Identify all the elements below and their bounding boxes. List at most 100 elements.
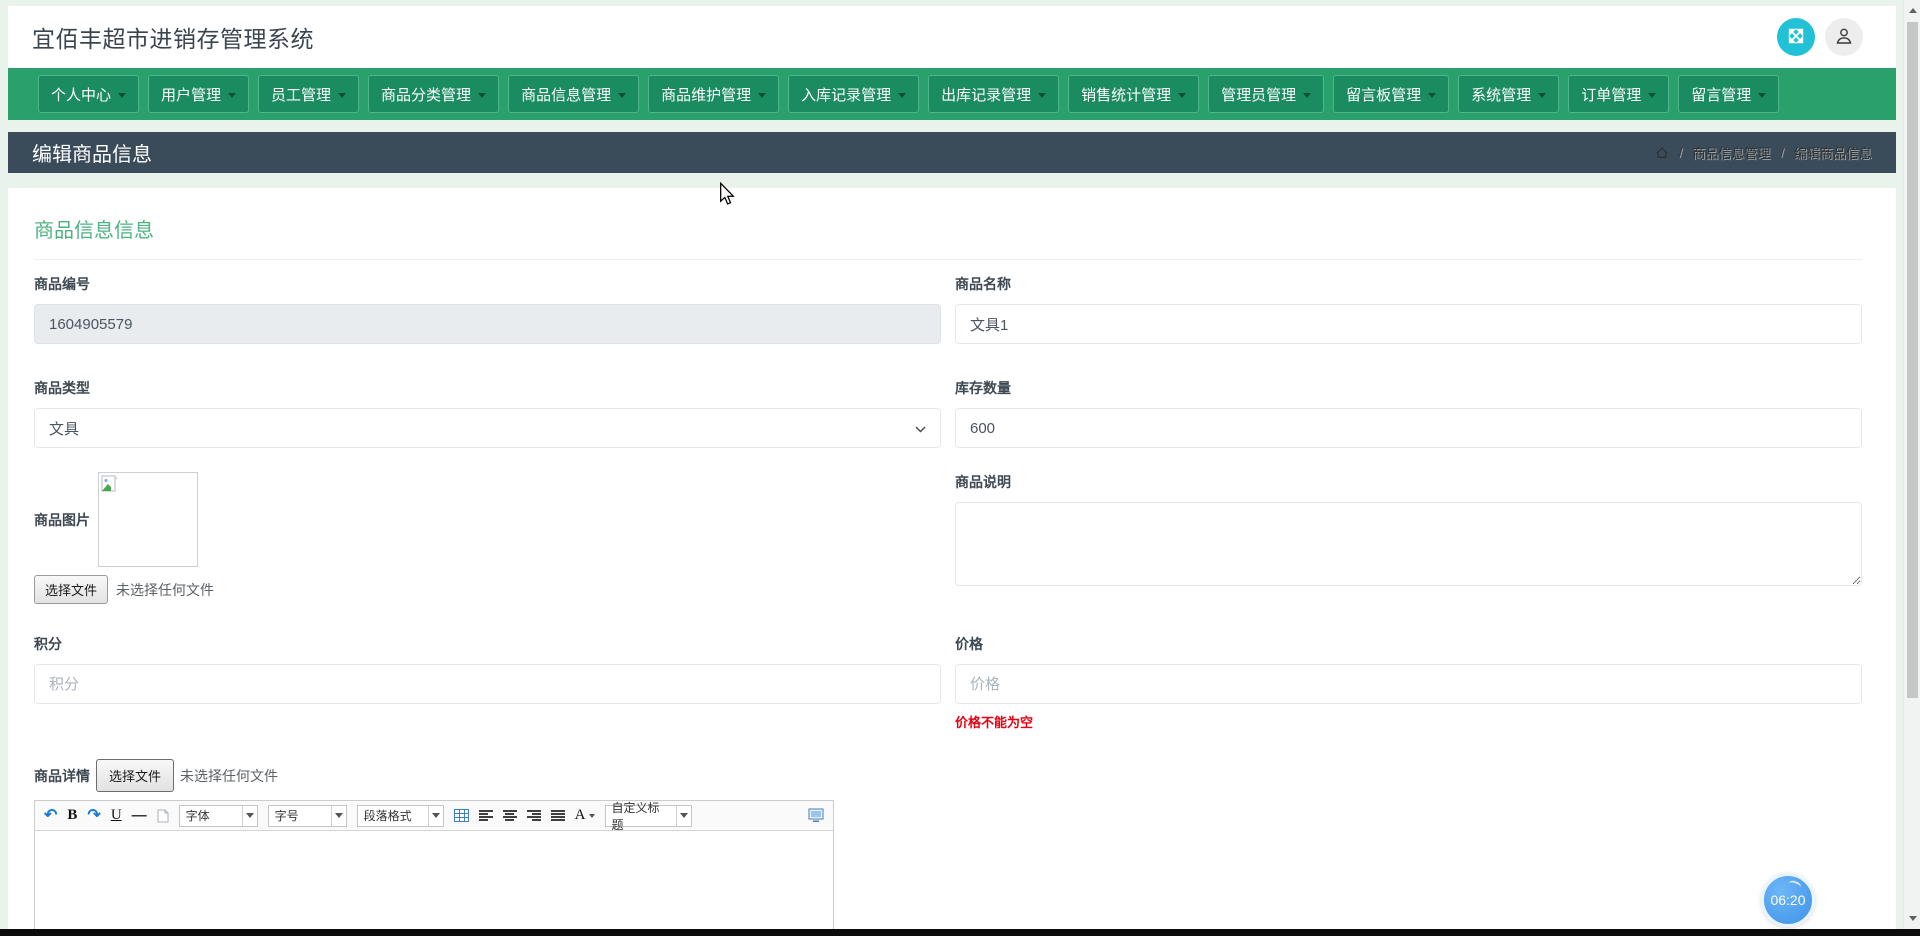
font-color-label: A xyxy=(574,807,586,823)
nav-item-label: 出库记录管理 xyxy=(941,86,1032,104)
expand-arrows-icon xyxy=(1787,27,1805,48)
chevron-down-icon xyxy=(1178,92,1187,98)
scrollbar[interactable] xyxy=(1903,0,1920,936)
nav-item-product-info-mgmt[interactable]: 商品信息管理 xyxy=(508,75,640,113)
chevron-down-icon xyxy=(1538,92,1547,98)
breadcrumb: / 商品信息管理 / 编辑商品信息 xyxy=(1655,143,1872,162)
font-size-select[interactable]: 字号 xyxy=(267,804,347,827)
editor-content[interactable] xyxy=(35,831,833,936)
price-error-message: 价格不能为空 xyxy=(955,715,1034,730)
paragraph-format-select[interactable]: 段落格式 xyxy=(356,804,444,827)
nav-item-order-mgmt[interactable]: 订单管理 xyxy=(1568,75,1670,113)
main-nav: 个人中心 用户管理 员工管理 商品分类管理 商品信息管理 商品维护管理 入库记录… xyxy=(8,68,1896,120)
price-input[interactable] xyxy=(955,664,1862,704)
breadcrumb-link-product-info[interactable]: 商品信息管理 xyxy=(1692,143,1770,162)
chevron-down-icon xyxy=(118,92,127,98)
underline-button[interactable]: U xyxy=(111,808,122,823)
breadcrumb-separator: / xyxy=(1678,145,1683,160)
nav-item-label: 员工管理 xyxy=(271,86,332,104)
chevron-down-icon xyxy=(1428,92,1437,98)
nav-item-message-board-mgmt[interactable]: 留言板管理 xyxy=(1333,75,1450,113)
scrollbar-thumb[interactable] xyxy=(1907,22,1918,698)
insert-table-button[interactable] xyxy=(453,809,469,822)
preview-button[interactable] xyxy=(808,808,824,823)
product-image-file-button[interactable]: 选择文件 xyxy=(34,575,109,604)
nav-item-message-mgmt[interactable]: 留言管理 xyxy=(1678,75,1780,113)
nav-item-admin-mgmt[interactable]: 管理员管理 xyxy=(1208,75,1325,113)
product-detail-file-button[interactable]: 选择文件 xyxy=(96,759,175,792)
product-desc-field: 商品说明 xyxy=(955,472,1862,586)
dropdown-caret-icon xyxy=(241,805,257,826)
scrollbar-up-arrow[interactable] xyxy=(1904,2,1920,18)
product-detail-label: 商品详情 xyxy=(34,767,90,784)
price-field: 价格 价格不能为空 xyxy=(955,634,1862,731)
user-button[interactable] xyxy=(1825,18,1863,56)
nav-item-label: 销售统计管理 xyxy=(1081,86,1172,104)
font-color-button[interactable]: A xyxy=(575,807,595,824)
nav-item-category-mgmt[interactable]: 商品分类管理 xyxy=(368,75,500,113)
nav-item-product-maintain-mgmt[interactable]: 商品维护管理 xyxy=(648,75,780,113)
chevron-down-icon xyxy=(898,92,907,98)
points-input[interactable] xyxy=(34,664,941,704)
chevron-down-icon xyxy=(1648,92,1657,98)
user-icon xyxy=(1834,26,1854,49)
paragraph-format-select-label: 段落格式 xyxy=(363,809,412,823)
horizontal-rule-button[interactable]: — xyxy=(132,808,147,823)
nav-item-employee-mgmt[interactable]: 员工管理 xyxy=(258,75,360,113)
product-image-field: 商品图片 选择文件 未选择任何文件 xyxy=(34,472,941,604)
clock-widget[interactable]: 06:20 xyxy=(1761,873,1815,927)
file-status-text: 未选择任何文件 xyxy=(116,581,215,598)
align-left-button[interactable] xyxy=(478,809,493,822)
nav-item-label: 个人中心 xyxy=(51,86,112,104)
product-type-select[interactable]: 文具 xyxy=(34,408,941,448)
stock-qty-field: 库存数量 xyxy=(955,378,1862,448)
font-size-select-label: 字号 xyxy=(274,809,299,823)
document-icon[interactable] xyxy=(157,809,169,823)
redo-button[interactable]: ↷ xyxy=(87,807,100,824)
nav-item-label: 订单管理 xyxy=(1581,86,1642,104)
chevron-down-icon xyxy=(1758,92,1767,98)
edit-product-form: 商品信息信息 商品编号 商品名称 商品类型 文具 xyxy=(8,188,1896,936)
scrollbar-down-arrow[interactable] xyxy=(1904,910,1920,926)
clock-time: 06:20 xyxy=(1770,892,1806,908)
stock-qty-input[interactable] xyxy=(955,408,1862,448)
nav-item-label: 管理员管理 xyxy=(1221,86,1297,104)
align-justify-button[interactable] xyxy=(550,809,565,822)
product-name-label: 商品名称 xyxy=(955,276,1011,292)
product-image-label: 商品图片 xyxy=(34,511,90,528)
bold-button[interactable]: B xyxy=(67,808,77,823)
nav-item-personal-center[interactable]: 个人中心 xyxy=(38,75,140,113)
font-family-select[interactable]: 字体 xyxy=(178,804,258,827)
undo-button[interactable]: ↶ xyxy=(44,807,57,824)
nav-item-label: 商品维护管理 xyxy=(661,86,752,104)
align-right-button[interactable] xyxy=(526,809,541,822)
stock-qty-label: 库存数量 xyxy=(955,380,1011,396)
nav-item-sales-stats-mgmt[interactable]: 销售统计管理 xyxy=(1068,75,1200,113)
product-id-input[interactable] xyxy=(34,304,941,344)
home-icon[interactable] xyxy=(1655,146,1669,160)
nav-item-label: 留言管理 xyxy=(1691,86,1752,104)
align-center-button[interactable] xyxy=(502,809,517,822)
table-icon xyxy=(453,809,469,822)
nav-item-outbound-mgmt[interactable]: 出库记录管理 xyxy=(928,75,1060,113)
nav-item-system-mgmt[interactable]: 系统管理 xyxy=(1458,75,1560,113)
select-chevron-icon xyxy=(915,420,926,437)
fullscreen-button[interactable] xyxy=(1777,18,1815,56)
custom-title-select[interactable]: 自定义标题 xyxy=(604,800,692,832)
dropdown-caret-icon xyxy=(675,805,691,826)
dropdown-caret-icon xyxy=(588,813,595,818)
custom-title-select-label: 自定义标题 xyxy=(611,800,660,832)
dropdown-caret-icon xyxy=(330,805,346,826)
chevron-down-icon xyxy=(338,92,347,98)
chevron-down-icon xyxy=(1303,92,1312,98)
breadcrumb-current: 编辑商品信息 xyxy=(1793,146,1872,161)
page-title: 编辑商品信息 xyxy=(32,144,152,166)
product-desc-textarea[interactable] xyxy=(955,502,1862,586)
app-title: 宜佰丰超市进销存管理系统 xyxy=(32,26,314,52)
product-type-field: 商品类型 文具 xyxy=(34,378,941,448)
product-name-input[interactable] xyxy=(955,304,1862,344)
nav-item-inbound-mgmt[interactable]: 入库记录管理 xyxy=(788,75,920,113)
nav-item-user-mgmt[interactable]: 用户管理 xyxy=(148,75,250,113)
broken-image-icon xyxy=(101,475,118,492)
rich-text-editor: ↶ B ↷ U — 字体 字号 段落格式 A 自定义标题 xyxy=(34,800,834,936)
